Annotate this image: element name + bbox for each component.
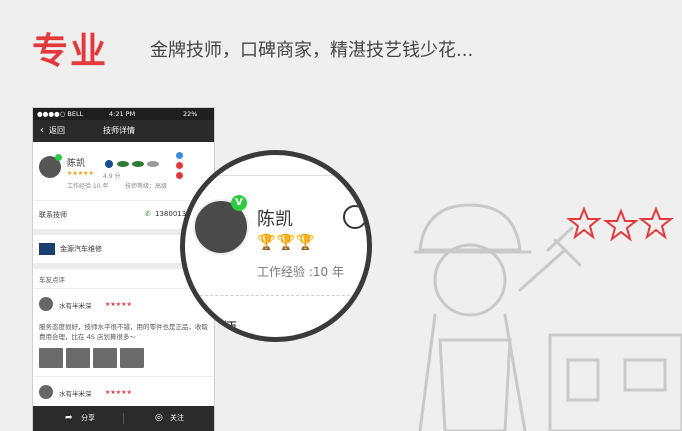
badge-icon — [176, 162, 183, 169]
battery-label: 22% — [183, 110, 198, 118]
brand-logo-icon — [132, 161, 144, 167]
shop-logo-icon — [39, 243, 55, 255]
reviewer-avatar — [39, 385, 53, 399]
share-button[interactable]: 分享 — [81, 406, 95, 431]
dashed-divider — [185, 295, 367, 296]
contact-label: 联系技师 — [39, 211, 67, 219]
back-chevron-icon[interactable]: ‹ — [40, 120, 44, 142]
rating-score: 4.9 分 — [103, 173, 121, 180]
trophy-icons: 🏆🏆🏆 — [257, 233, 317, 251]
follow-button[interactable]: 关注 — [170, 406, 184, 431]
page-tagline: 金牌技师，口碑商家，精湛技艺钱少花... — [150, 40, 474, 61]
badge-icon — [176, 152, 183, 159]
experience-label-large: 工作经验 :10 年 — [257, 265, 344, 279]
level-label: 技师等级：高级 — [125, 183, 168, 190]
reviewer-name: 水有半米深 — [59, 390, 92, 398]
reviews-heading: 车友点评 — [39, 276, 65, 284]
contact-label-large: 联系技师 — [185, 319, 238, 338]
review-photos — [39, 348, 144, 368]
technician-name: 陈凯 — [67, 159, 86, 169]
bmw-logo-icon — [105, 160, 113, 168]
status-bar: ●●●●○ BELL 4:21 PM 22% — [33, 108, 214, 120]
contact-phone[interactable]: 1380013 — [155, 210, 186, 218]
status-time: 4:21 PM — [109, 110, 136, 118]
review-photo[interactable] — [66, 348, 90, 368]
verified-badge-icon: V — [231, 195, 247, 211]
reviewer-name: 水有半米深 — [59, 302, 92, 310]
review-photo[interactable] — [120, 348, 144, 368]
nav-title: 技师详情 — [103, 126, 135, 135]
review-text: 服务态度很好，技师水平很不错，用的零件也是正品，收取费用合理，比在 4S 店划算… — [39, 323, 208, 341]
nav-bar: ‹ 返回 技师详情 — [33, 120, 214, 142]
follow-icon[interactable]: ◎ — [155, 406, 163, 431]
back-button[interactable]: 返回 — [49, 120, 65, 142]
verified-badge-icon — [55, 154, 62, 161]
review-photo[interactable] — [39, 348, 63, 368]
review-stars: ★★★★★ — [105, 389, 132, 396]
brand-logo-icon — [147, 161, 159, 167]
tab-divider — [123, 413, 124, 424]
divider — [185, 175, 367, 176]
mechanic-illustration — [413, 203, 682, 431]
divider — [33, 288, 214, 289]
share-icon[interactable]: ➦ — [65, 406, 73, 431]
brand-logo-icon — [117, 161, 129, 167]
shop-name: 金源汽车维修 — [60, 245, 102, 253]
bottom-tab-bar: ➦ 分享 ◎ 关注 — [33, 406, 214, 431]
rating-stars: ★★★★★ — [67, 170, 94, 177]
page-headline: 专业 — [32, 31, 109, 72]
experience-label: 工作经验:10 年 — [67, 183, 109, 190]
magnifier-lens: V 陈凯 🏆🏆🏆 工作经验 :10 年 联系技师 — [180, 150, 372, 342]
reviewer-avatar — [39, 297, 53, 311]
review-photo[interactable] — [93, 348, 117, 368]
badge-icon — [176, 172, 183, 179]
technician-name-large: 陈凯 — [257, 209, 293, 230]
review-stars: ★★★★★ — [105, 301, 132, 308]
divider — [33, 376, 214, 377]
phone-icon: ✆ — [145, 210, 151, 218]
carrier-label: ●●●●○ BELL — [37, 110, 84, 118]
bmw-logo-icon — [343, 205, 367, 229]
profile-card: 陈凯 ★★★★★ 4.9 分 工作经验:10 年 技师等级：高级 — [33, 142, 214, 200]
